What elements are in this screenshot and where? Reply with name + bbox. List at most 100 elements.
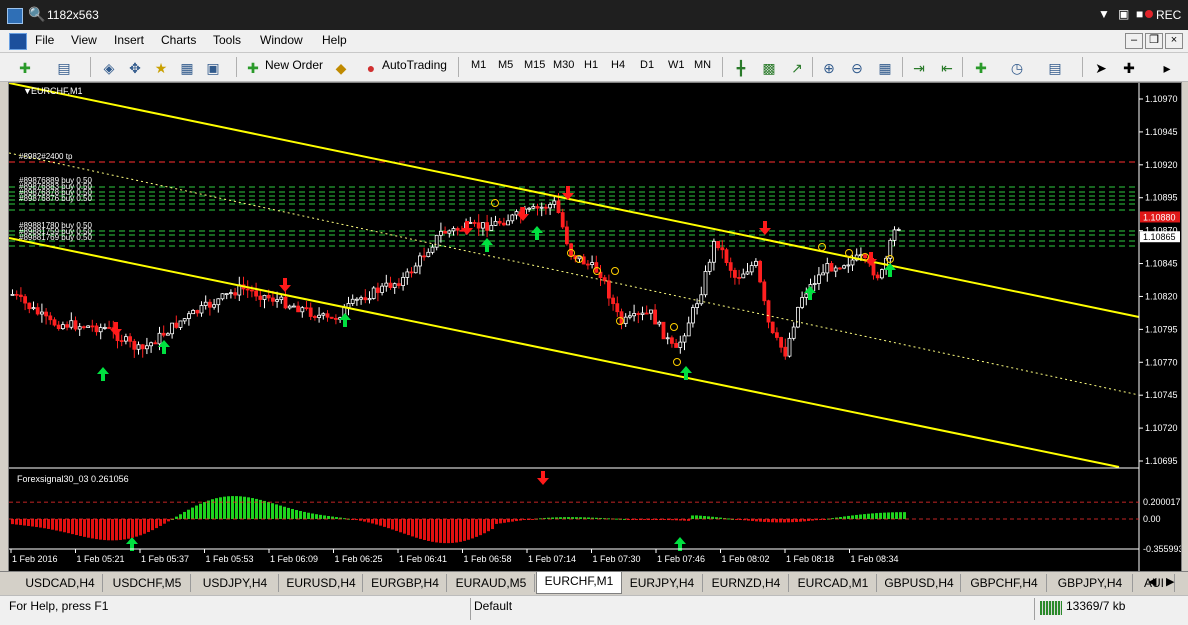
candle-body	[199, 305, 204, 314]
tab-eurjpy-h4[interactable]: EURJPY,H4	[622, 574, 703, 592]
navigator-icon[interactable]: ★	[150, 57, 172, 79]
toolbar-more-icon[interactable]: ▸	[1156, 57, 1178, 79]
tab-gbpusd-h4[interactable]: GBPUSD,H4	[878, 574, 961, 592]
histogram-bar	[763, 519, 766, 522]
price-tag-label: 1.10865	[1143, 232, 1176, 242]
templates-icon[interactable]: ▤	[1044, 57, 1066, 79]
chart-shift-icon[interactable]: ⇤	[936, 57, 958, 79]
timeframe-m5[interactable]: M5	[498, 59, 513, 71]
tab-eurusd-h4[interactable]: EURUSD,H4	[280, 574, 363, 592]
timeframe-h1[interactable]: H1	[584, 59, 598, 71]
minimize-icon[interactable]: ▼	[1098, 7, 1110, 21]
time-tick-label: 1 Feb 05:53	[206, 554, 254, 564]
candle-body	[745, 271, 750, 275]
histogram-bar	[703, 516, 706, 519]
record-label[interactable]: REC	[1156, 8, 1181, 22]
tab-euraud-m5[interactable]: EURAUD,M5	[448, 574, 535, 592]
menu-window[interactable]: Window	[260, 33, 303, 47]
tab-gbpjpy-h4[interactable]: GBPJPY,H4	[1048, 574, 1133, 592]
candle-body	[632, 313, 636, 317]
autotrading-icon[interactable]: ●	[360, 57, 382, 79]
indicators-icon[interactable]: ✚	[970, 57, 992, 79]
candle-body	[812, 283, 817, 285]
tab-usdcad-h4[interactable]: USDCAD,H4	[18, 574, 103, 592]
candle-body	[291, 305, 296, 308]
candle-body	[607, 280, 611, 299]
histogram-bar	[311, 513, 314, 519]
mdi-close-icon[interactable]: ×	[1165, 33, 1183, 49]
tab-eurgbp-h4[interactable]: EURGBP,H4	[364, 574, 447, 592]
candle-body	[422, 255, 427, 258]
timeframe-m1[interactable]: M1	[471, 59, 486, 71]
new-chart-icon[interactable]: ✚	[14, 57, 36, 79]
new-order-icon[interactable]: ✚	[242, 57, 264, 79]
menu-charts[interactable]: Charts	[161, 33, 196, 47]
candle-body	[451, 228, 456, 232]
crosshair-icon[interactable]: ✚	[1118, 57, 1140, 79]
candle-body	[821, 272, 825, 276]
histogram-bar	[811, 519, 814, 521]
histogram-bar	[227, 496, 230, 519]
tile-windows-icon[interactable]: ▦	[874, 57, 896, 79]
timeframe-d1[interactable]: D1	[640, 59, 654, 71]
tab-usdjpy-h4[interactable]: USDJPY,H4	[192, 574, 279, 592]
histogram-bar	[111, 519, 114, 541]
menu-view[interactable]: View	[71, 33, 97, 47]
cursor-icon[interactable]: ➤	[1090, 57, 1112, 79]
histogram-bar	[167, 519, 170, 522]
tab-eurnzd-h4[interactable]: EURNZD,H4	[704, 574, 789, 592]
zoom-in-icon[interactable]: ⊕	[818, 57, 840, 79]
metaeditor-icon[interactable]: ◆	[330, 57, 352, 79]
stop-icon[interactable]: ■	[1136, 7, 1143, 21]
chart-window[interactable]: #8982#2400 tp #89876889 buy 0.50 #89876883…	[8, 82, 1184, 572]
crosshair-data-icon[interactable]: ✥	[124, 57, 146, 79]
histogram-bar	[443, 519, 446, 544]
histogram-bar	[319, 514, 322, 519]
candle-body	[325, 313, 330, 318]
histogram-bar	[75, 519, 78, 536]
tab-gbpchf-h4[interactable]: GBPCHF,H4	[962, 574, 1047, 592]
timeframe-m15[interactable]: M15	[524, 59, 545, 71]
tabs-scroll-right-icon[interactable]: ▶	[1166, 575, 1174, 588]
tab-eurcad-m1[interactable]: EURCAD,M1	[790, 574, 877, 592]
menu-file[interactable]: File	[35, 33, 54, 47]
histogram-bar	[231, 496, 234, 519]
price-chart[interactable]: #8982#2400 tp#89876889 buy 0.50#89876883…	[8, 82, 1184, 571]
menu-tools[interactable]: Tools	[213, 33, 241, 47]
histogram-bar	[367, 519, 370, 523]
mdi-restore-icon[interactable]: ❐	[1145, 33, 1163, 49]
camera-icon[interactable]: ▣	[1118, 7, 1129, 21]
periods-clock-icon[interactable]: ◷	[1006, 57, 1028, 79]
market-watch-icon[interactable]: ◈	[98, 57, 120, 79]
autoscroll-icon[interactable]: ⇥	[908, 57, 930, 79]
terminal-icon[interactable]: ▦	[176, 57, 198, 79]
strategy-tester-icon[interactable]: ▣	[202, 57, 224, 79]
magnifier-icon[interactable]: 🔍	[28, 6, 45, 23]
timeframe-mn[interactable]: MN	[694, 59, 711, 71]
timeframe-w1[interactable]: W1	[668, 59, 685, 71]
timeframe-m30[interactable]: M30	[553, 59, 574, 71]
profiles-icon[interactable]: ▤	[53, 57, 75, 79]
histogram-bar	[143, 519, 146, 534]
histogram-bar	[235, 496, 238, 519]
candle-body	[417, 255, 422, 267]
candlestick-icon[interactable]: ▩	[758, 57, 780, 79]
line-chart-icon[interactable]: ↗	[786, 57, 808, 79]
candle-body	[165, 333, 170, 336]
timeframe-h4[interactable]: H4	[611, 59, 625, 71]
histogram-bar	[695, 515, 698, 519]
bar-chart-icon[interactable]: ╋	[730, 57, 752, 79]
tab-eurchf-m1[interactable]: EURCHF,M1	[536, 572, 622, 594]
tabs-scroll-left-icon[interactable]: ◀	[1148, 575, 1156, 588]
tab-usdchf-m5[interactable]: USDCHF,M5	[104, 574, 191, 592]
candle-body	[665, 337, 670, 340]
candle-body	[170, 322, 175, 335]
menu-help[interactable]: Help	[322, 33, 347, 47]
mdi-minimize-icon[interactable]: –	[1125, 33, 1143, 49]
autotrading-button[interactable]: AutoTrading	[382, 58, 447, 72]
new-order-button[interactable]: New Order	[265, 58, 323, 72]
zoom-out-icon[interactable]: ⊖	[846, 57, 868, 79]
candle-body	[560, 212, 565, 228]
menu-insert[interactable]: Insert	[114, 33, 144, 47]
histogram-bar	[783, 519, 786, 523]
